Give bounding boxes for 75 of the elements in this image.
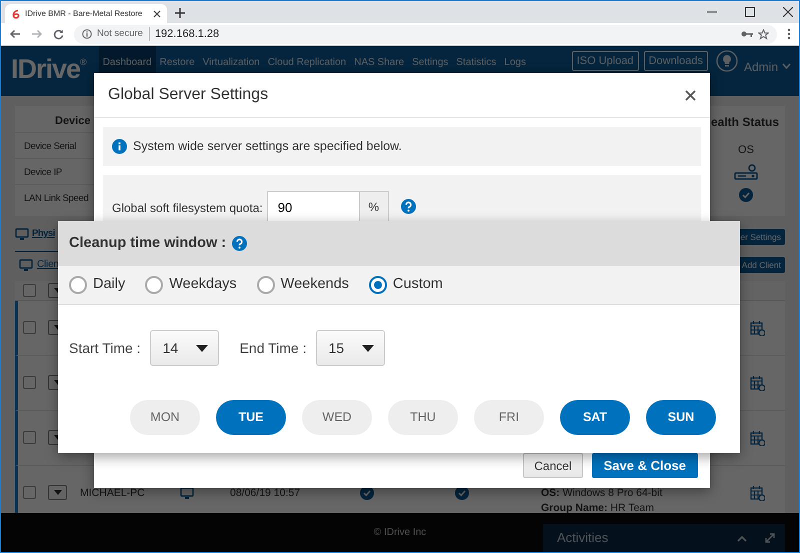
field-label: Start Time : [69, 338, 141, 358]
time-select[interactable]: 14 [150, 330, 219, 366]
chevron-up-icon[interactable] [737, 534, 747, 542]
browser-tab[interactable]: IDrive BMR - Bare-Metal Restore [5, 4, 167, 23]
os-text: OS: Windows 8 Pro 64-bit [541, 486, 662, 501]
day-toggle[interactable]: SUN [646, 400, 716, 435]
security-label: Not secure [97, 26, 150, 42]
logo: IDrive [11, 56, 80, 83]
radio-option[interactable]: Daily [69, 274, 126, 296]
server-gear-icon [734, 162, 758, 180]
close-icon[interactable] [685, 90, 696, 100]
os-label: OS [738, 143, 754, 158]
info-icon [82, 29, 92, 39]
caret-icon [362, 344, 374, 352]
more-icon[interactable] [787, 28, 791, 40]
copyright-text: © IDrive Inc [374, 526, 426, 540]
reload-icon[interactable] [53, 28, 64, 40]
star-icon[interactable] [758, 28, 769, 40]
monitor-icon [180, 487, 194, 499]
client-name: MICHAEL-PC [80, 486, 146, 501]
trademark-mark: ® [80, 56, 87, 69]
panel-title: Device [54, 114, 92, 129]
chevron-down-icon[interactable] [782, 63, 791, 69]
help-icon[interactable] [232, 236, 248, 251]
panel-title: Activities [557, 529, 608, 548]
group-text: Group Name: HR Team [541, 501, 656, 516]
nav-link[interactable]: Dashboard [98, 46, 156, 73]
time-select[interactable]: 15 [316, 330, 384, 366]
help-icon[interactable] [400, 199, 416, 214]
unit-label: % [358, 191, 389, 223]
maximize-icon[interactable] [745, 7, 755, 17]
calendar-icon[interactable] [750, 321, 765, 336]
checkbox[interactable] [23, 486, 36, 499]
calendar-icon[interactable] [750, 486, 765, 501]
date-text: 08/06/19 10:57 [230, 486, 302, 501]
check-circle-icon [739, 188, 753, 202]
checkbox[interactable] [23, 321, 36, 334]
panel-title: Cleanup time window : [69, 234, 226, 253]
close-icon[interactable] [153, 10, 161, 18]
field-label: End Time : [240, 338, 306, 358]
save-button[interactable]: Save & Close [592, 453, 698, 478]
expand-icon[interactable] [765, 533, 775, 543]
dialog-title: Global Server Settings [108, 85, 268, 105]
caret-icon [54, 490, 62, 495]
tab-title: IDrive BMR - Bare-Metal Restore [25, 8, 144, 20]
checkbox[interactable] [23, 284, 36, 297]
url-text: 192.168.1.28 [154, 26, 220, 42]
key-icon[interactable] [741, 30, 753, 38]
day-toggle[interactable]: THU [388, 400, 458, 435]
day-toggle[interactable]: FRI [474, 400, 544, 435]
day-toggle[interactable]: TUE [216, 400, 286, 435]
calendar-icon[interactable] [750, 376, 765, 391]
close-icon[interactable] [783, 7, 793, 17]
address-bar[interactable]: Not secure 192.168.1.28 [74, 24, 777, 44]
day-toggle[interactable]: MON [130, 400, 200, 435]
checkbox[interactable] [23, 376, 36, 389]
day-toggle[interactable]: WED [302, 400, 372, 435]
calendar-icon[interactable] [750, 431, 765, 446]
info-icon [112, 139, 127, 154]
quota-field[interactable]: 90 [266, 191, 359, 223]
lightbulb-icon[interactable] [716, 50, 738, 72]
logo-icon [11, 8, 21, 18]
plus-icon[interactable] [175, 8, 185, 18]
day-toggle[interactable]: SAT [560, 400, 630, 435]
panel-title: ealth Status [710, 114, 780, 131]
cancel-button[interactable]: Cancel [523, 453, 583, 478]
radio-option[interactable]: Custom [368, 274, 443, 296]
monitor-icon [15, 228, 29, 240]
checkbox[interactable] [23, 431, 36, 444]
caret-icon [196, 344, 208, 352]
back-icon[interactable] [9, 29, 21, 39]
radio-option[interactable]: Weekends [256, 274, 349, 296]
section-tab[interactable]: Physi [15, 227, 55, 242]
monitor-icon [19, 258, 33, 270]
radio-option[interactable]: Weekdays [145, 274, 237, 296]
